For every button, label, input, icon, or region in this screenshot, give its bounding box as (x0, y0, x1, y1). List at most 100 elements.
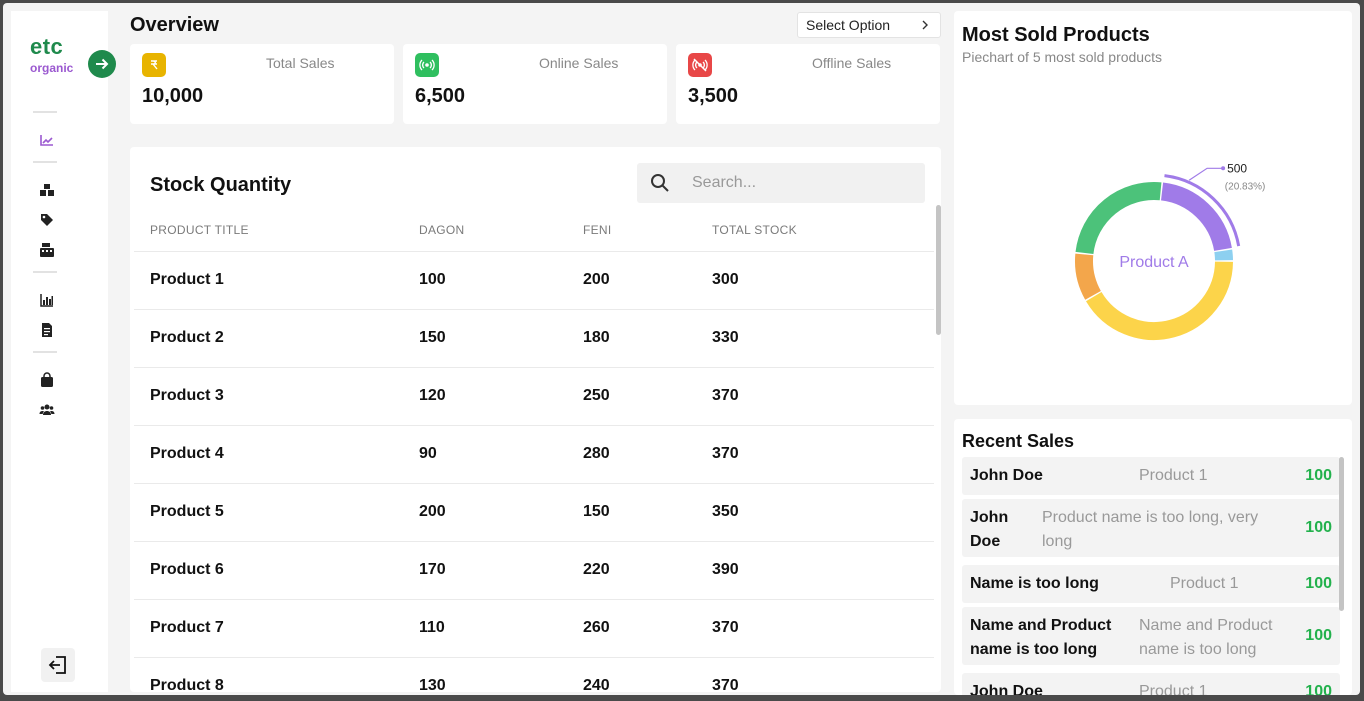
cell-feni: 180 (583, 329, 610, 346)
document-icon (42, 323, 52, 337)
column-header-feni[interactable]: FENI (583, 223, 612, 237)
callout-percent: (20.83%) (1225, 181, 1266, 192)
callout-dot (1221, 166, 1226, 171)
sidebar-item-products[interactable] (39, 212, 55, 228)
logout-icon (48, 656, 66, 674)
donut-slice-product-b[interactable] (1214, 249, 1233, 261)
donut-slice-product-d[interactable] (1075, 253, 1102, 300)
table-row[interactable]: Product 8 130 240 370 (134, 657, 934, 692)
app-window: etc organic Overview Select Option Total… (3, 3, 1360, 695)
list-item[interactable]: John Doe Product 1 100 (962, 457, 1340, 495)
cell-total: 350 (712, 503, 739, 520)
sale-customer: John Doe (970, 683, 1043, 695)
sidebar-item-customers[interactable] (39, 402, 55, 418)
currency-icon (142, 53, 166, 77)
column-header-total-stock[interactable]: TOTAL STOCK (712, 223, 797, 237)
table-row[interactable]: Product 2 150 180 330 (134, 309, 934, 367)
sale-customer-line: Name and Product (970, 617, 1112, 634)
cell-total: 370 (712, 677, 739, 692)
table-row[interactable]: Product 3 120 250 370 (134, 367, 934, 425)
list-item[interactable]: John Doe Product 1 100 (962, 673, 1340, 695)
brand-logo[interactable]: etc organic (30, 35, 73, 76)
cell-feni: 280 (583, 445, 610, 462)
trending-chart-icon (40, 135, 53, 146)
table-row[interactable]: Product 5 200 150 350 (134, 483, 934, 541)
sale-customer: John Doe (970, 506, 1008, 554)
sidebar-item-orders[interactable] (39, 372, 55, 388)
sale-customer: John Doe (970, 467, 1043, 484)
cell-total: 370 (712, 387, 739, 404)
broadcast-icon (415, 53, 439, 77)
sidebar-item-documents[interactable] (39, 322, 55, 338)
tag-icon (41, 214, 53, 226)
users-icon (39, 404, 55, 415)
sidebar-expand-button[interactable] (88, 50, 116, 78)
brand-tagline: organic (30, 61, 74, 75)
donut-chart: 500 (20.83%) Product A (1075, 161, 1266, 340)
boxes-icon (40, 184, 54, 196)
broadcast-off-icon (688, 53, 712, 77)
stat-label: Total Sales (266, 55, 335, 71)
logout-button[interactable] (41, 648, 75, 682)
table-row[interactable]: Product 6 170 220 390 (134, 541, 934, 599)
sale-customer-line: John (970, 509, 1009, 526)
list-item[interactable]: Name and Product name is too long Name a… (962, 607, 1340, 665)
sidebar-item-inventory[interactable] (39, 182, 55, 198)
cell-dagon: 130 (419, 677, 446, 692)
callout-leader-line (1188, 167, 1224, 181)
sale-product-line: long (1042, 533, 1073, 550)
sale-customer: Name and Product name is too long (970, 614, 1111, 662)
column-header-product-title[interactable]: PRODUCT TITLE (150, 223, 249, 237)
sale-amount: 100 (1305, 683, 1332, 695)
stat-value: 10,000 (142, 85, 204, 107)
cell-dagon: 200 (419, 503, 446, 520)
callout-value: 500 (1227, 161, 1247, 175)
table-row[interactable]: Product 1 100 200 300 (134, 251, 934, 309)
search-input[interactable] (692, 163, 912, 203)
cell-feni: 260 (583, 619, 610, 636)
cell-dagon: 150 (419, 329, 446, 346)
sidebar: etc organic (11, 11, 108, 692)
period-select-label: Select Option (806, 17, 891, 33)
cash-register-icon (40, 243, 54, 257)
period-select[interactable]: Select Option (797, 12, 941, 38)
stock-quantity-panel: Stock Quantity PRODUCT TITLE DAGON FENI … (130, 147, 941, 692)
donut-slice-product-e[interactable] (1075, 182, 1162, 255)
sale-product: Product 1 (1139, 467, 1208, 484)
nav-divider (33, 111, 57, 113)
cell-feni: 200 (583, 271, 610, 288)
search-icon (651, 174, 669, 192)
stat-value: 3,500 (688, 85, 739, 107)
sidebar-item-pos[interactable] (39, 242, 55, 258)
chevron-right-icon (922, 20, 928, 30)
column-header-dagon[interactable]: DAGON (419, 223, 465, 237)
cell-total: 300 (712, 271, 739, 288)
recent-sales-title: Recent Sales (962, 431, 1075, 451)
sale-amount: 100 (1305, 627, 1332, 644)
nav-divider (33, 271, 57, 273)
cell-product: Product 4 (150, 445, 224, 462)
table-scrollbar[interactable] (936, 205, 941, 335)
overview-title: Overview (130, 14, 219, 36)
sidebar-item-analytics[interactable] (39, 132, 55, 148)
donut-center-label: Product A (1119, 254, 1189, 271)
list-item[interactable]: Name is too long Product 1 100 (962, 565, 1340, 603)
nav-divider (33, 161, 57, 163)
table-row[interactable]: Product 7 110 260 370 (134, 599, 934, 657)
sale-product-line: Product name is too long, very (1042, 509, 1259, 526)
bar-chart-icon (40, 294, 53, 307)
cell-product: Product 1 (150, 271, 224, 288)
sale-product: Name and Product name is too long (1139, 614, 1272, 662)
shopping-bag-icon (41, 372, 53, 387)
sale-customer-line: Doe (970, 533, 1001, 550)
cell-feni: 220 (583, 561, 610, 578)
stock-title: Stock Quantity (150, 174, 292, 196)
cell-dagon: 120 (419, 387, 446, 404)
recent-sales-scrollbar[interactable] (1339, 457, 1344, 611)
table-row[interactable]: Product 4 90 280 370 (134, 425, 934, 483)
sidebar-item-reports[interactable] (39, 292, 55, 308)
list-item[interactable]: John Doe Product name is too long, very … (962, 499, 1340, 557)
stat-value: 6,500 (415, 85, 466, 107)
cell-product: Product 7 (150, 619, 224, 636)
donut-slice-product-c[interactable] (1086, 261, 1233, 340)
